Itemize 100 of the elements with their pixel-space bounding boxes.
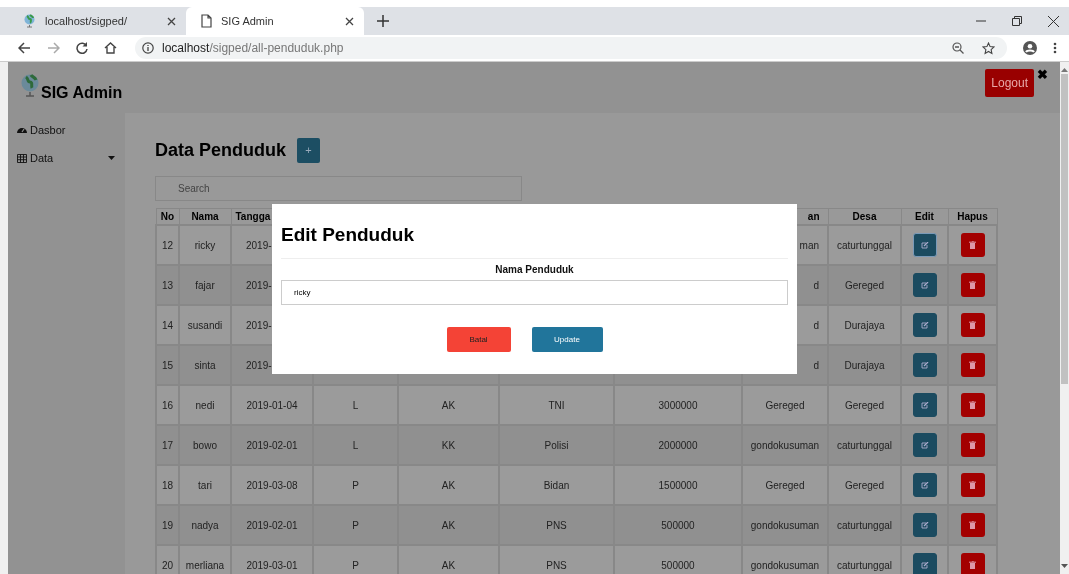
delete-button[interactable]: [960, 513, 985, 537]
browser-tab[interactable]: localhost/sigped/: [8, 7, 186, 35]
village-cell: Durajaya: [844, 319, 885, 331]
page-title: Data Penduduk: [155, 139, 287, 161]
globe-icon: [23, 14, 36, 28]
account-icon[interactable]: [1023, 41, 1037, 55]
gauge-icon: [17, 126, 27, 134]
date-cell: 2019-: [246, 359, 272, 371]
edit-button[interactable]: [912, 273, 937, 297]
trash-icon: [969, 281, 976, 289]
delete-button[interactable]: [960, 353, 985, 377]
trash-icon: [969, 481, 976, 489]
edit-icon: [920, 561, 929, 569]
income-cell: 2000000: [658, 439, 698, 451]
close-icon[interactable]: [1048, 15, 1059, 27]
info-icon[interactable]: [142, 42, 154, 54]
edit-icon: [920, 441, 929, 449]
status-cell: AK: [441, 399, 456, 411]
edit-icon: [920, 481, 929, 489]
village-cell: Gereged: [845, 399, 884, 411]
sidebar-item[interactable]: Data: [8, 143, 115, 173]
status-cell: AK: [441, 519, 456, 531]
village-cell: caturtunggal: [836, 439, 892, 451]
name-cell: fajar: [195, 279, 215, 291]
edit-icon: [920, 521, 929, 529]
column-header: Edit: [915, 211, 934, 222]
gender-cell: P: [352, 519, 359, 531]
close-icon[interactable]: [167, 16, 176, 26]
number-cell: 20: [161, 559, 174, 571]
edit-button[interactable]: [912, 433, 937, 457]
name-cell: susandi: [187, 319, 223, 331]
scroll-down-icon[interactable]: [1061, 564, 1068, 568]
income-cell: 500000: [661, 519, 695, 531]
close-icon[interactable]: ✖: [1037, 68, 1048, 81]
delete-button[interactable]: [960, 553, 985, 574]
scroll-up-icon[interactable]: [1061, 68, 1068, 72]
close-icon[interactable]: [345, 16, 354, 26]
restore-icon[interactable]: [1012, 16, 1022, 26]
caret-icon: [108, 156, 115, 160]
update-button[interactable]: Update: [531, 327, 603, 352]
delete-button[interactable]: [960, 233, 985, 257]
name-cell: sinta: [194, 359, 216, 371]
job-cell: PNS: [546, 559, 567, 571]
zoom-out-icon[interactable]: [952, 42, 964, 54]
delete-button[interactable]: [960, 273, 985, 297]
star-icon[interactable]: [982, 41, 995, 55]
logout-button[interactable]: Logout: [985, 69, 1034, 97]
edit-button[interactable]: [912, 353, 937, 377]
edit-button[interactable]: [912, 553, 937, 574]
home-icon[interactable]: [104, 42, 117, 54]
date-cell: 2019-: [246, 319, 272, 331]
search-field[interactable]: Search: [155, 176, 522, 201]
plus-icon[interactable]: [377, 15, 389, 27]
edit-icon: [920, 281, 929, 289]
column-header: Hapus: [957, 211, 988, 222]
number-cell: 17: [161, 439, 174, 451]
date-cell: 2019-03-08: [246, 479, 298, 491]
back-arrow-icon[interactable]: [18, 42, 31, 54]
village-cell: caturtunggal: [836, 519, 892, 531]
village-cell: caturtunggal: [836, 239, 892, 251]
site-title[interactable]: SIG Admin: [41, 84, 123, 102]
edit-icon: [920, 401, 929, 409]
column-header: an: [807, 211, 820, 222]
sidebar-item[interactable]: Dasbor: [8, 123, 115, 137]
name-cell: nadya: [191, 519, 219, 531]
number-cell: 15: [161, 359, 174, 371]
name-cell: nedi: [195, 399, 215, 411]
reload-icon[interactable]: [76, 42, 88, 54]
delete-button[interactable]: [960, 313, 985, 337]
url-field[interactable]: localhost/sigped/all-penduduk.php: [162, 41, 344, 55]
edit-button[interactable]: [912, 233, 937, 257]
status-cell: AK: [441, 479, 456, 491]
trash-icon: [969, 401, 976, 409]
number-cell: 13: [161, 279, 174, 291]
column-header: Nama: [191, 211, 219, 222]
date-cell: 2019-: [246, 239, 272, 251]
forward-arrow-icon[interactable]: [47, 42, 60, 54]
name-cell: tari: [198, 479, 212, 491]
tab-title: localhost/sigped/: [45, 15, 128, 27]
edit-button[interactable]: [912, 513, 937, 537]
number-cell: 16: [161, 399, 174, 411]
delete-button[interactable]: [960, 433, 985, 457]
tab-title: SIG Admin: [221, 15, 275, 27]
delete-button[interactable]: [960, 393, 985, 417]
edit-button[interactable]: [912, 393, 937, 417]
district-cell: man: [799, 239, 819, 251]
delete-button[interactable]: [960, 473, 985, 497]
cancel-button[interactable]: Batal: [446, 327, 511, 352]
edit-button[interactable]: [912, 313, 937, 337]
browser-tab[interactable]: SIG Admin: [186, 7, 364, 35]
name-input-field[interactable]: ricky: [281, 280, 788, 305]
add-button[interactable]: +: [297, 137, 321, 163]
edit-button[interactable]: [912, 473, 937, 497]
district-cell: gondokusuman: [750, 439, 820, 451]
gender-cell: L: [352, 399, 359, 411]
status-cell: AK: [441, 559, 456, 571]
trash-icon: [969, 361, 976, 369]
column-header: Tangga: [235, 211, 271, 222]
menu-icon[interactable]: [1053, 42, 1057, 54]
column-header: No: [160, 211, 175, 222]
